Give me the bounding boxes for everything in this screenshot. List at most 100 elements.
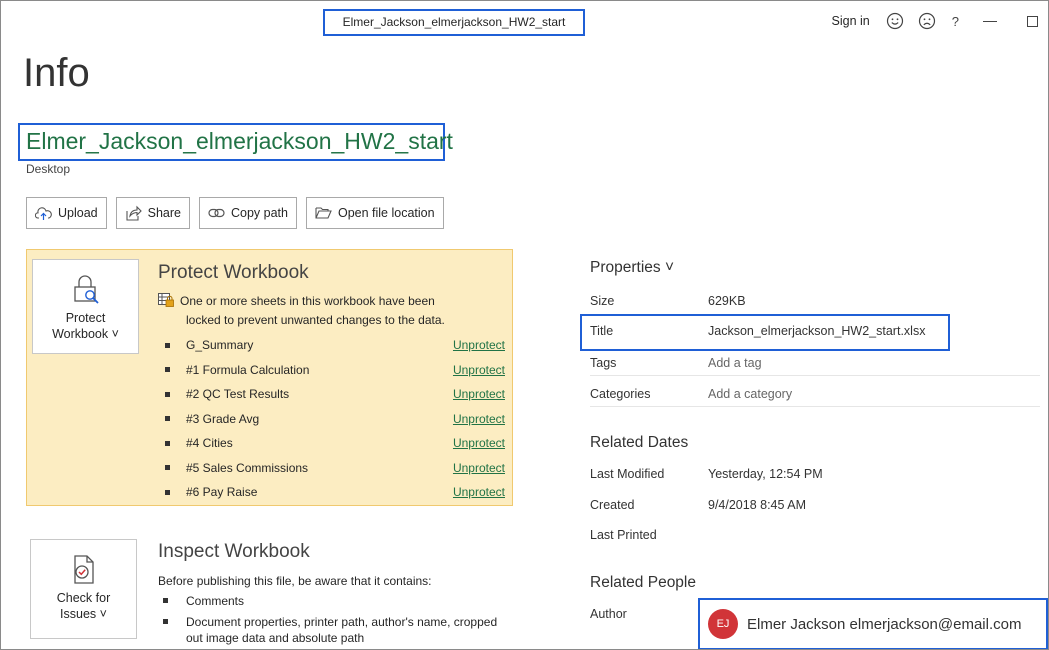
property-tags: Tags Add a tag — [590, 356, 1040, 370]
sheet-name: #5 Sales Commissions — [186, 460, 309, 475]
bullet — [165, 465, 170, 471]
protect-workbook-button[interactable]: Protect Workbook ˅ — [32, 259, 139, 354]
list-item: #3 Grade Avg Unprotect — [165, 407, 505, 432]
bullet — [165, 367, 170, 373]
unprotect-link[interactable]: Unprotect — [453, 387, 505, 401]
tags-input[interactable]: Add a tag — [708, 356, 762, 370]
action-buttons: Upload Share Copy path Open file locatio… — [26, 197, 453, 229]
inspect-title: Inspect Workbook — [158, 541, 310, 562]
unprotect-link[interactable]: Unprotect — [453, 412, 505, 426]
frown-icon[interactable] — [916, 10, 938, 32]
help-button[interactable]: ? — [952, 14, 959, 29]
share-button[interactable]: Share — [115, 197, 190, 229]
open-file-location-label: Open file location — [337, 206, 435, 220]
sheet-name: #4 Cities — [186, 436, 233, 451]
check-for-issues-label: Check for Issues ˅ — [57, 590, 111, 622]
categories-input[interactable]: Add a category — [708, 387, 792, 401]
title-bar-controls: Sign in ? — [832, 9, 1038, 33]
check-for-issues-button[interactable]: Check for Issues ˅ — [30, 539, 137, 639]
link-icon — [208, 205, 225, 222]
related-people-heading: Related People — [590, 574, 696, 591]
unprotect-link[interactable]: Unprotect — [453, 485, 505, 499]
protect-workbook-panel: Protect Workbook ˅ Protect Workbook One … — [26, 249, 513, 506]
file-name-box: Elmer_Jackson_elmerjackson_HW2_start — [18, 123, 453, 161]
upload-icon — [35, 205, 52, 222]
list-item: G_Summary Unprotect — [165, 333, 505, 358]
unprotect-link[interactable]: Unprotect — [453, 363, 505, 377]
unprotect-link[interactable]: Unprotect — [453, 338, 505, 352]
list-item: #5 Sales Commissions Unprotect — [165, 456, 505, 481]
smile-icon[interactable] — [884, 10, 906, 32]
protect-description: One or more sheets in this workbook have… — [158, 293, 498, 329]
unprotect-link[interactable]: Unprotect — [453, 436, 505, 450]
bullet — [165, 342, 170, 348]
list-item: Comments — [163, 593, 503, 609]
inspect-description: Before publishing this file, be aware th… — [158, 574, 432, 588]
author-entry[interactable]: EJ Elmer Jackson elmerjackson@email.com — [698, 598, 1048, 649]
copy-path-label: Copy path — [230, 206, 288, 220]
sheet-name: #6 Pay Raise — [186, 485, 258, 500]
author-name: Elmer Jackson elmerjackson@email.com — [747, 615, 1022, 633]
date-last-modified: Last Modified Yesterday, 12:54 PM — [590, 467, 1040, 481]
sheet-name: #2 QC Test Results — [186, 387, 290, 402]
bullet — [165, 391, 170, 397]
protect-label-line1: Protect — [65, 311, 106, 325]
lock-search-icon — [71, 274, 101, 308]
title-label: Title — [590, 324, 614, 338]
bullet — [163, 619, 168, 624]
maximize-icon[interactable] — [1027, 15, 1038, 27]
upload-button[interactable]: Upload — [26, 197, 107, 229]
avatar: EJ — [708, 609, 738, 639]
bullet — [165, 440, 170, 446]
size-value: 629KB — [708, 294, 746, 308]
protect-label-line2: Workbook ˅ — [52, 327, 119, 341]
property-categories: Categories Add a category — [590, 387, 1040, 401]
properties-heading[interactable]: Properties ˅ — [590, 259, 674, 277]
unprotect-link[interactable]: Unprotect — [453, 461, 505, 475]
related-dates-heading: Related Dates — [590, 434, 689, 451]
title-value[interactable]: Jackson_elmerjackson_HW2_start.xlsx — [708, 324, 925, 338]
size-label: Size — [590, 294, 615, 308]
check-label-line2: Issues ˅ — [60, 607, 107, 621]
minimize-icon[interactable] — [983, 20, 997, 22]
bullet — [163, 598, 168, 603]
sign-in-link[interactable]: Sign in — [832, 14, 870, 28]
printed-label: Last Printed — [590, 528, 657, 542]
inspect-item-text: Document properties, printer path, autho… — [186, 615, 498, 645]
bullet — [165, 489, 170, 495]
modified-value: Yesterday, 12:54 PM — [708, 467, 823, 481]
page-title: Info — [23, 51, 90, 95]
document-check-icon — [70, 554, 98, 588]
list-item: #6 Pay Raise Unprotect — [165, 480, 505, 505]
protect-workbook-label: Protect Workbook ˅ — [52, 310, 119, 342]
sheet-name: #1 Formula Calculation — [186, 362, 310, 377]
protect-title: Protect Workbook — [158, 262, 309, 283]
categories-label: Categories — [590, 387, 651, 401]
sheet-name: G_Summary — [186, 338, 254, 353]
modified-label: Last Modified — [590, 467, 665, 481]
inspect-item-text: Comments — [186, 594, 245, 608]
list-item: #4 Cities Unprotect — [165, 431, 505, 456]
locked-sheet-icon — [158, 293, 174, 312]
tags-label: Tags — [590, 356, 617, 370]
created-value: 9/4/2018 8:45 AM — [708, 498, 806, 512]
check-label-line1: Check for — [56, 591, 111, 605]
locked-sheet-list: G_Summary Unprotect #1 Formula Calculatio… — [165, 333, 505, 505]
document-title: Elmer_Jackson_elmerjackson_HW2_start — [323, 9, 585, 36]
sheet-name: #3 Grade Avg — [186, 411, 260, 426]
protect-desc-line1: One or more sheets in this workbook have… — [180, 294, 435, 308]
categories-divider — [590, 406, 1040, 407]
date-created: Created 9/4/2018 8:45 AM — [590, 498, 1040, 512]
bullet — [165, 416, 170, 422]
copy-path-button[interactable]: Copy path — [198, 197, 297, 229]
property-title: Title Jackson_elmerjackson_HW2_start.xls… — [590, 324, 1040, 338]
created-label: Created — [590, 498, 635, 512]
date-last-printed: Last Printed — [590, 528, 1040, 542]
file-location: Desktop — [26, 162, 71, 176]
list-item: #2 QC Test Results Unprotect — [165, 382, 505, 407]
title-bar: Elmer_Jackson_elmerjackson_HW2_start Sig… — [1, 1, 1048, 41]
upload-label: Upload — [58, 206, 98, 220]
share-label: Share — [147, 206, 181, 220]
author-label: Author — [590, 607, 627, 621]
open-file-location-button[interactable]: Open file location — [305, 197, 444, 229]
